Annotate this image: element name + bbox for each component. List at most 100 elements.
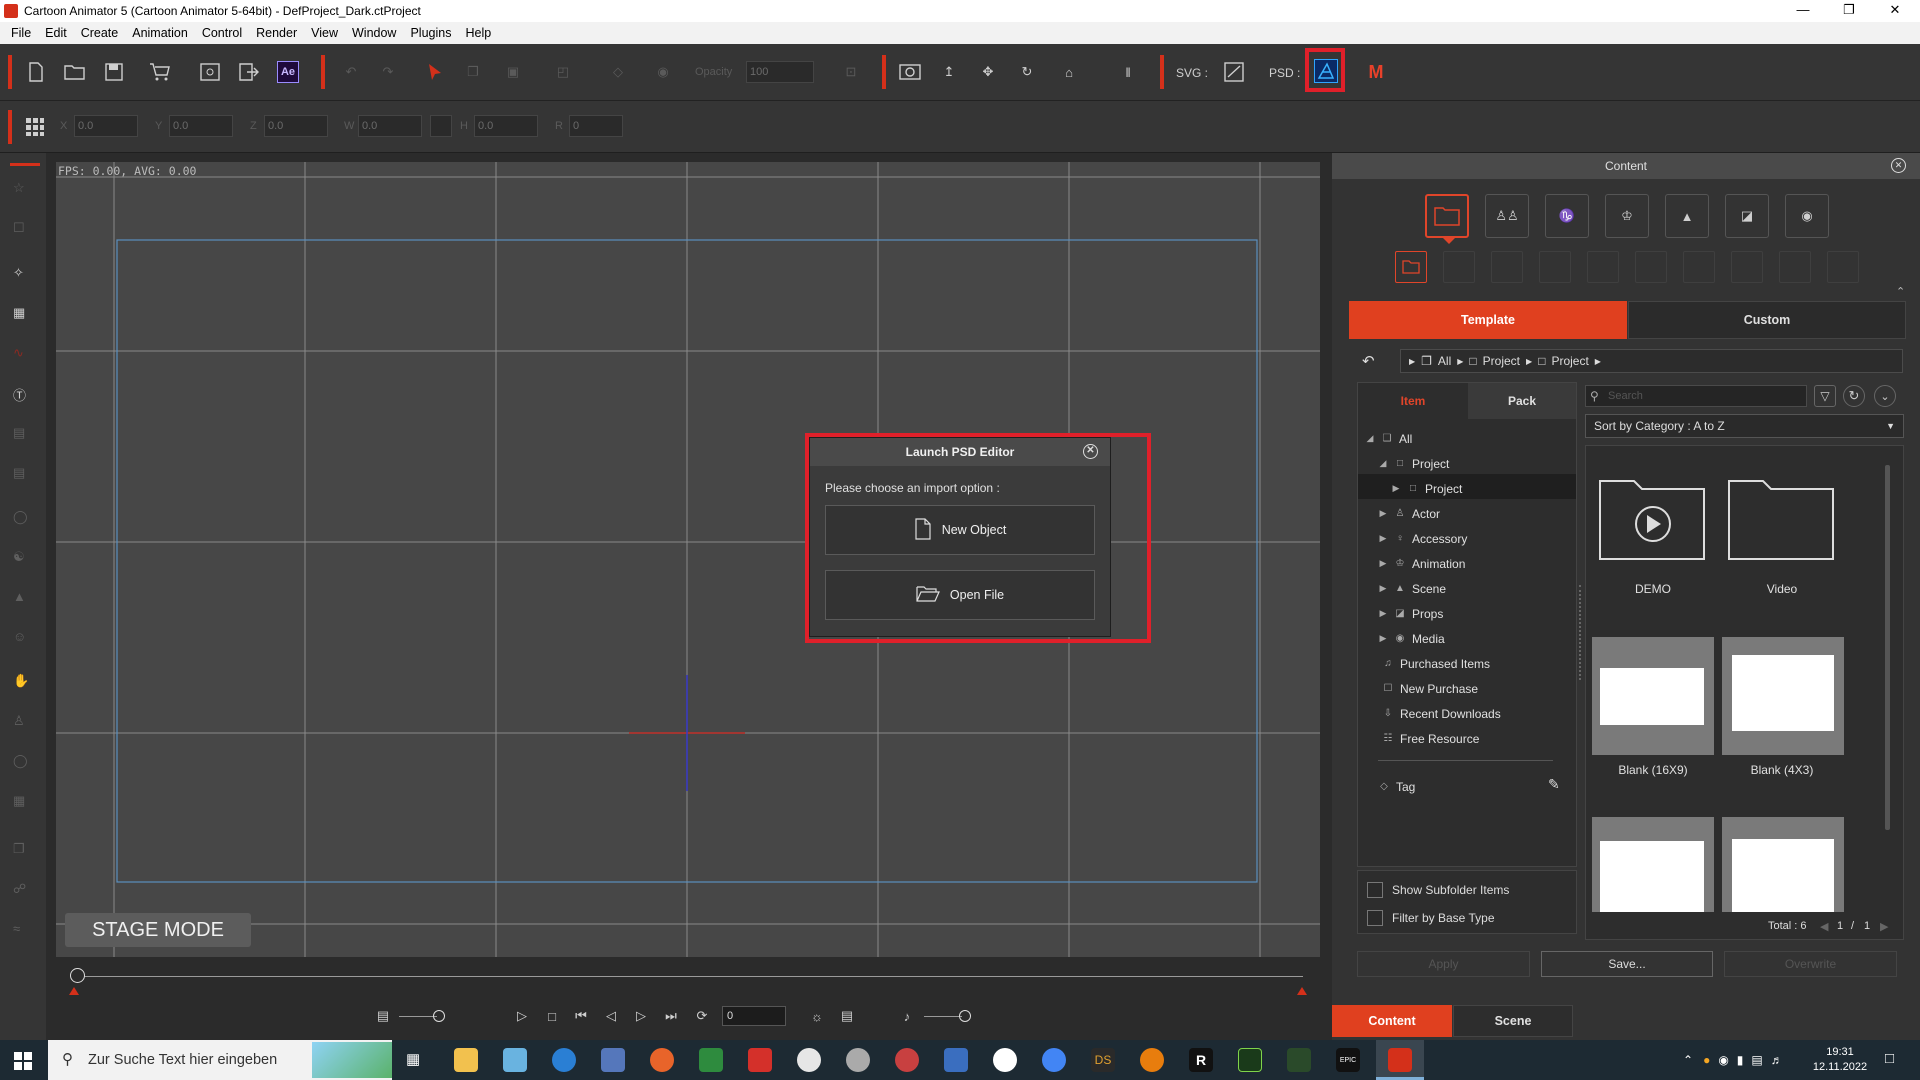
content-scrollbar[interactable] xyxy=(1885,465,1890,830)
puppet-tool-icon[interactable]: ✧ xyxy=(13,265,35,287)
toolbox-icon[interactable] xyxy=(895,1048,919,1072)
face-tool-icon[interactable]: ☺ xyxy=(13,629,35,651)
loop-icon[interactable]: ⟳ xyxy=(693,1007,711,1025)
frame-field[interactable]: 0 xyxy=(722,1006,786,1026)
tab-item[interactable]: Item xyxy=(1358,383,1468,419)
category-actor-icon[interactable]: ♙♙ xyxy=(1485,194,1529,238)
opacity-field[interactable]: 100 xyxy=(746,61,814,83)
move-icon[interactable]: ✥ xyxy=(975,59,1001,85)
menu-control[interactable]: Control xyxy=(195,26,249,40)
move-up-icon[interactable]: ↥ xyxy=(936,59,962,85)
category-project-icon[interactable] xyxy=(1425,194,1469,238)
tree-expand-icon[interactable]: ▶ xyxy=(1378,508,1388,519)
next-frame-icon[interactable]: ▷ xyxy=(632,1007,650,1025)
video-folder-tile[interactable] xyxy=(1725,473,1839,563)
go-end-icon[interactable]: ⏭ xyxy=(662,1007,680,1025)
taskbar-search-input[interactable]: ⚲ Zur Suche Text hier eingeben xyxy=(48,1040,392,1080)
timeline-playhead[interactable] xyxy=(70,968,85,983)
file-explorer-icon[interactable] xyxy=(454,1048,478,1072)
after-effects-icon[interactable]: Ae xyxy=(275,59,301,85)
filter-base-row[interactable]: Filter by Base Type xyxy=(1367,910,1495,926)
menu-plugins[interactable]: Plugins xyxy=(403,26,458,40)
volume-slider-track[interactable] xyxy=(924,1016,962,1017)
teams-icon[interactable] xyxy=(552,1048,576,1072)
clock[interactable]: 19:31 12.11.2022 xyxy=(1810,1040,1870,1080)
tree-item[interactable]: ▶ □ Project xyxy=(1391,476,1463,501)
path-tool-icon[interactable]: ≈ xyxy=(13,921,35,943)
speed-slider-track[interactable] xyxy=(399,1016,437,1017)
select-arrow-icon[interactable] xyxy=(422,59,448,85)
tab-custom[interactable]: Custom xyxy=(1628,301,1906,339)
subtitle-icon[interactable]: ▤ xyxy=(374,1007,392,1025)
tree-expand-icon[interactable]: ▶ xyxy=(1378,583,1388,594)
overwrite-button[interactable]: Overwrite xyxy=(1724,951,1897,977)
lock-ratio-toggle[interactable] xyxy=(430,115,452,137)
tree-expand-icon[interactable]: ◢ xyxy=(1365,433,1375,444)
menu-file[interactable]: File xyxy=(4,26,38,40)
tree-expand-icon[interactable]: ▶ xyxy=(1378,633,1388,644)
epic-games-icon[interactable]: EPIC xyxy=(1336,1048,1360,1072)
subcategory-slot[interactable] xyxy=(1443,251,1475,283)
blender-icon[interactable] xyxy=(1140,1048,1164,1072)
grid-tool-icon[interactable]: ▦ xyxy=(13,793,35,815)
filter-icon[interactable]: ▽ xyxy=(1814,385,1836,407)
timeline-icon[interactable]: ‖ xyxy=(1115,59,1141,85)
walk-tool-icon[interactable]: ☯ xyxy=(13,549,35,571)
network-icon[interactable]: ▤ xyxy=(1751,1053,1762,1067)
search-input[interactable]: Search xyxy=(1585,385,1807,407)
apply-button[interactable]: Apply xyxy=(1357,951,1530,977)
eraser-icon[interactable]: ◇ xyxy=(605,59,631,85)
subcategory-slot[interactable] xyxy=(1587,251,1619,283)
notepad-icon[interactable] xyxy=(503,1048,527,1072)
tree-item[interactable]: ▶ ◉ Media xyxy=(1378,626,1445,651)
tree-item[interactable]: ◢ ❑ All xyxy=(1365,426,1413,451)
category-accessory-icon[interactable]: ♑ xyxy=(1545,194,1589,238)
subcategory-slot[interactable] xyxy=(1779,251,1811,283)
timeline-panel-icon[interactable]: ▤ xyxy=(838,1007,856,1025)
open-file-button[interactable]: Open File xyxy=(825,570,1095,620)
tray-expand-icon[interactable]: ⌃ xyxy=(1683,1053,1693,1067)
subcategory-slot[interactable] xyxy=(1731,251,1763,283)
show-subfolder-checkbox[interactable] xyxy=(1367,882,1383,898)
tree-expand-icon[interactable]: ▶ xyxy=(1378,533,1388,544)
close-window-button[interactable]: ✕ xyxy=(1872,0,1918,22)
y-field[interactable]: 0.0 xyxy=(169,115,233,137)
subcategory-slot[interactable] xyxy=(1539,251,1571,283)
tree-item[interactable]: ▶ ♔ Animation xyxy=(1378,551,1466,576)
show-subfolder-row[interactable]: Show Subfolder Items xyxy=(1367,882,1509,898)
prev-frame-icon[interactable]: ◁ xyxy=(602,1007,620,1025)
layer-tool-icon[interactable]: ▤ xyxy=(13,425,35,447)
edit-tag-pencil-icon[interactable]: ✎ xyxy=(1548,776,1560,793)
paste-icon[interactable]: ▣ xyxy=(500,59,526,85)
color-wheel-icon[interactable] xyxy=(797,1048,821,1072)
daz-studio-icon[interactable]: DS xyxy=(1091,1048,1115,1072)
firefox-icon[interactable] xyxy=(650,1048,674,1072)
new-object-button[interactable]: New Object xyxy=(825,505,1095,555)
subcategory-slot[interactable] xyxy=(1491,251,1523,283)
morph-tool-icon[interactable]: ◯ xyxy=(13,753,35,775)
minimize-button[interactable]: — xyxy=(1780,0,1826,22)
app-circle-icon[interactable] xyxy=(993,1048,1017,1072)
blank-16x9-tile[interactable] xyxy=(1592,817,1714,912)
tree-expand-icon[interactable]: ▶ xyxy=(1378,558,1388,569)
speed-slider-knob[interactable] xyxy=(433,1010,445,1022)
tree-item[interactable]: ☷ Free Resource xyxy=(1381,726,1480,751)
redo-icon[interactable]: ↷ xyxy=(375,59,401,85)
prev-page-icon[interactable]: ◀ xyxy=(1820,920,1828,933)
figure-tool-icon[interactable]: ♙ xyxy=(13,713,35,735)
category-props-icon[interactable]: ◪ xyxy=(1725,194,1769,238)
bone-tool-icon[interactable]: ☆ xyxy=(13,180,35,202)
w-field[interactable]: 0.0 xyxy=(358,115,422,137)
tab-scene[interactable]: Scene xyxy=(1453,1005,1573,1037)
demo-folder-tile[interactable] xyxy=(1596,473,1710,563)
svg-editor-icon[interactable] xyxy=(1221,59,1247,85)
menu-window[interactable]: Window xyxy=(345,26,403,40)
timeline-track[interactable] xyxy=(77,976,1303,977)
tree-item[interactable]: ◢ □ Project xyxy=(1378,451,1450,476)
powerpoint-icon[interactable] xyxy=(748,1048,772,1072)
photoshop-launch-icon[interactable] xyxy=(1313,58,1339,84)
new-file-icon[interactable] xyxy=(23,59,49,85)
clone-tool-icon[interactable]: ❐ xyxy=(13,841,35,863)
menu-view[interactable]: View xyxy=(304,26,345,40)
breadcrumb-project[interactable]: Project xyxy=(1483,354,1520,368)
